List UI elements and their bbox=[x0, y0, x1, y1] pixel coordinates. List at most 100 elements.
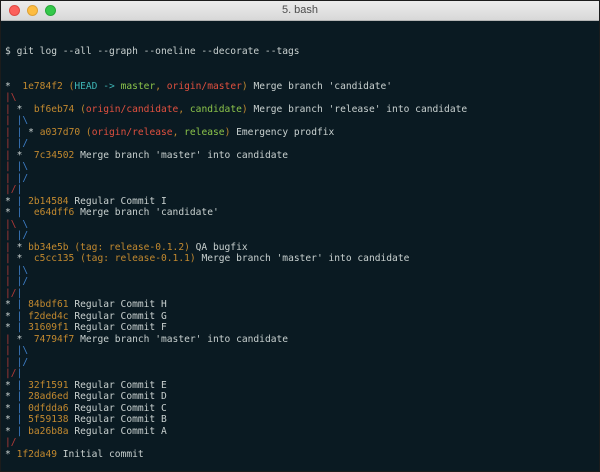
commit-message: Initial commit bbox=[62, 448, 144, 460]
commit-line: | * 74794f7 Merge branch 'master' into c… bbox=[5, 334, 595, 346]
commit-hash: ba26b8a bbox=[28, 425, 69, 437]
ref-remote: origin/release bbox=[91, 126, 173, 138]
graph-lanes: * | bbox=[5, 402, 23, 414]
commit-message: Merge branch 'release' into candidate bbox=[253, 103, 468, 115]
commit-line: * | 31609f1 Regular Commit F bbox=[5, 322, 595, 334]
commit-message: Merge branch 'master' into candidate bbox=[80, 333, 289, 345]
graph-lanes: * | bbox=[5, 425, 23, 437]
commit-line: * | 5f59138 Regular Commit B bbox=[5, 414, 595, 426]
graph-line: | |/ bbox=[5, 357, 595, 369]
graph-lanes: | |/ bbox=[5, 276, 29, 287]
commit-line: * | e64dff6 Merge branch 'candidate' bbox=[5, 207, 595, 219]
graph-line: | |/ bbox=[5, 138, 595, 150]
ref-tag: tag: release-0.1.1 bbox=[85, 253, 190, 264]
commit-refs: (tag: release-0.1.1) bbox=[80, 253, 196, 264]
commit-line: * | 84bdf61 Regular Commit H bbox=[5, 299, 595, 311]
graph-lanes: | |/ bbox=[5, 172, 29, 184]
commit-line: | | * a037d70 (origin/release, release) … bbox=[5, 127, 595, 139]
graph-lanes: * | bbox=[5, 310, 23, 322]
graph-line: | |\ bbox=[5, 265, 595, 277]
commit-line: * | 32f1591 Regular Commit E bbox=[5, 380, 595, 392]
ref-paren: ) bbox=[184, 241, 190, 253]
graph-lanes: | |\ bbox=[5, 161, 29, 172]
graph-lanes: |/| bbox=[5, 184, 23, 195]
commit-message: QA bugfix bbox=[195, 241, 248, 253]
commit-refs: (origin/candidate, candidate) bbox=[80, 104, 248, 115]
commit-message: Merge branch 'master' into candidate bbox=[80, 149, 289, 161]
ref-head: HEAD -> bbox=[74, 80, 121, 92]
commit-hash: f2ded4c bbox=[28, 310, 69, 322]
commit-refs: (origin/release, release) bbox=[86, 127, 230, 138]
commit-message: Regular Commit A bbox=[74, 425, 167, 437]
commit-message: Regular Commit H bbox=[74, 299, 167, 310]
graph-line: |\ bbox=[5, 92, 595, 104]
graph-lanes: | |\ bbox=[5, 115, 29, 126]
graph-lanes: | * bbox=[5, 253, 23, 264]
graph-lanes: | |\ bbox=[5, 345, 29, 356]
graph-lanes: * bbox=[5, 80, 11, 92]
ref-paren: ) bbox=[241, 80, 248, 92]
commit-message: Regular Commit G bbox=[74, 310, 167, 322]
graph-lanes: |\ \ bbox=[5, 218, 29, 230]
commit-hash: 5f59138 bbox=[28, 414, 69, 425]
commit-hash: c5cc135 bbox=[33, 253, 75, 264]
graph-lanes: | * bbox=[5, 149, 23, 161]
ref-remote: origin/candidate bbox=[85, 103, 179, 115]
graph-line: |/| bbox=[5, 288, 595, 300]
commit-message: Merge branch 'candidate' bbox=[253, 80, 393, 92]
graph-lanes: * | bbox=[5, 414, 23, 425]
graph-lanes: |/| bbox=[5, 368, 23, 379]
commit-hash: 0dfdda6 bbox=[28, 402, 69, 414]
commit-message: Regular Commit E bbox=[74, 379, 167, 391]
graph-lanes: | | * bbox=[5, 126, 34, 138]
commit-line: * 1f2da49 Initial commit bbox=[5, 449, 595, 461]
graph-lanes: | |/ bbox=[5, 138, 29, 149]
graph-line: |/| bbox=[5, 184, 595, 196]
graph-lanes: | |/ bbox=[5, 356, 29, 368]
commit-line: | * c5cc135 (tag: release-0.1.1) Merge b… bbox=[5, 253, 595, 265]
graph-lanes: * | bbox=[5, 322, 23, 333]
commit-message: Merge branch 'master' into candidate bbox=[201, 253, 410, 264]
commit-hash: e64dff6 bbox=[33, 207, 75, 218]
commit-line: | * 7c34502 Merge branch 'master' into c… bbox=[5, 150, 595, 162]
commit-message: Regular Commit B bbox=[74, 414, 167, 425]
graph-lanes: |/| bbox=[5, 287, 23, 299]
ref-remote: origin/master bbox=[166, 80, 242, 92]
ref-paren: , bbox=[178, 103, 190, 115]
commit-hash: 31609f1 bbox=[28, 322, 69, 333]
commit-message: Emergency prodfix bbox=[236, 126, 335, 138]
commit-message: Regular Commit C bbox=[74, 402, 167, 414]
graph-line: |\ \ bbox=[5, 219, 595, 231]
git-log-output: * 1e784f2 (HEAD -> master, origin/master… bbox=[5, 81, 595, 461]
commit-hash: 32f1591 bbox=[28, 379, 69, 391]
terminal-output[interactable]: $ git log --all --graph --oneline --deco… bbox=[5, 23, 595, 467]
graph-lanes: |/ bbox=[5, 437, 17, 448]
graph-lanes: * bbox=[5, 448, 11, 460]
graph-lanes: * | bbox=[5, 379, 23, 391]
ref-paren: , bbox=[172, 126, 185, 138]
prompt: $ bbox=[5, 46, 11, 57]
commit-hash: a037d70 bbox=[39, 126, 81, 138]
command-text: git log --all --graph --oneline --decora… bbox=[16, 46, 300, 57]
window-title: 5. bash bbox=[281, 4, 319, 16]
graph-lanes: * | bbox=[5, 299, 23, 310]
graph-line: | |\ bbox=[5, 345, 595, 357]
commit-message: Regular Commit F bbox=[74, 322, 167, 333]
commit-line: | * bb34e5b (tag: release-0.1.2) QA bugf… bbox=[5, 242, 595, 254]
graph-lanes: | |\ bbox=[5, 264, 29, 276]
commit-line: * | 0dfdda6 Regular Commit C bbox=[5, 403, 595, 415]
graph-lanes: * | bbox=[5, 391, 23, 402]
commit-refs: (HEAD -> master, origin/master) bbox=[69, 81, 248, 92]
graph-line: | |\ bbox=[5, 161, 595, 173]
graph-line: | |/ bbox=[5, 173, 595, 185]
commit-line: * 1e784f2 (HEAD -> master, origin/master… bbox=[5, 81, 595, 93]
commit-line: * | ba26b8a Regular Commit A bbox=[5, 426, 595, 438]
commit-hash: 1f2da49 bbox=[16, 448, 57, 460]
commit-line: * | 2b14584 Regular Commit I bbox=[5, 196, 595, 208]
commit-refs: (tag: release-0.1.2) bbox=[74, 242, 190, 253]
graph-line: |/| bbox=[5, 368, 595, 380]
commit-hash: 84bdf61 bbox=[28, 299, 69, 310]
commit-hash: bf6eb74 bbox=[33, 103, 75, 115]
graph-lanes: * | bbox=[5, 207, 23, 218]
title-bar: 5. bash bbox=[1, 1, 599, 21]
